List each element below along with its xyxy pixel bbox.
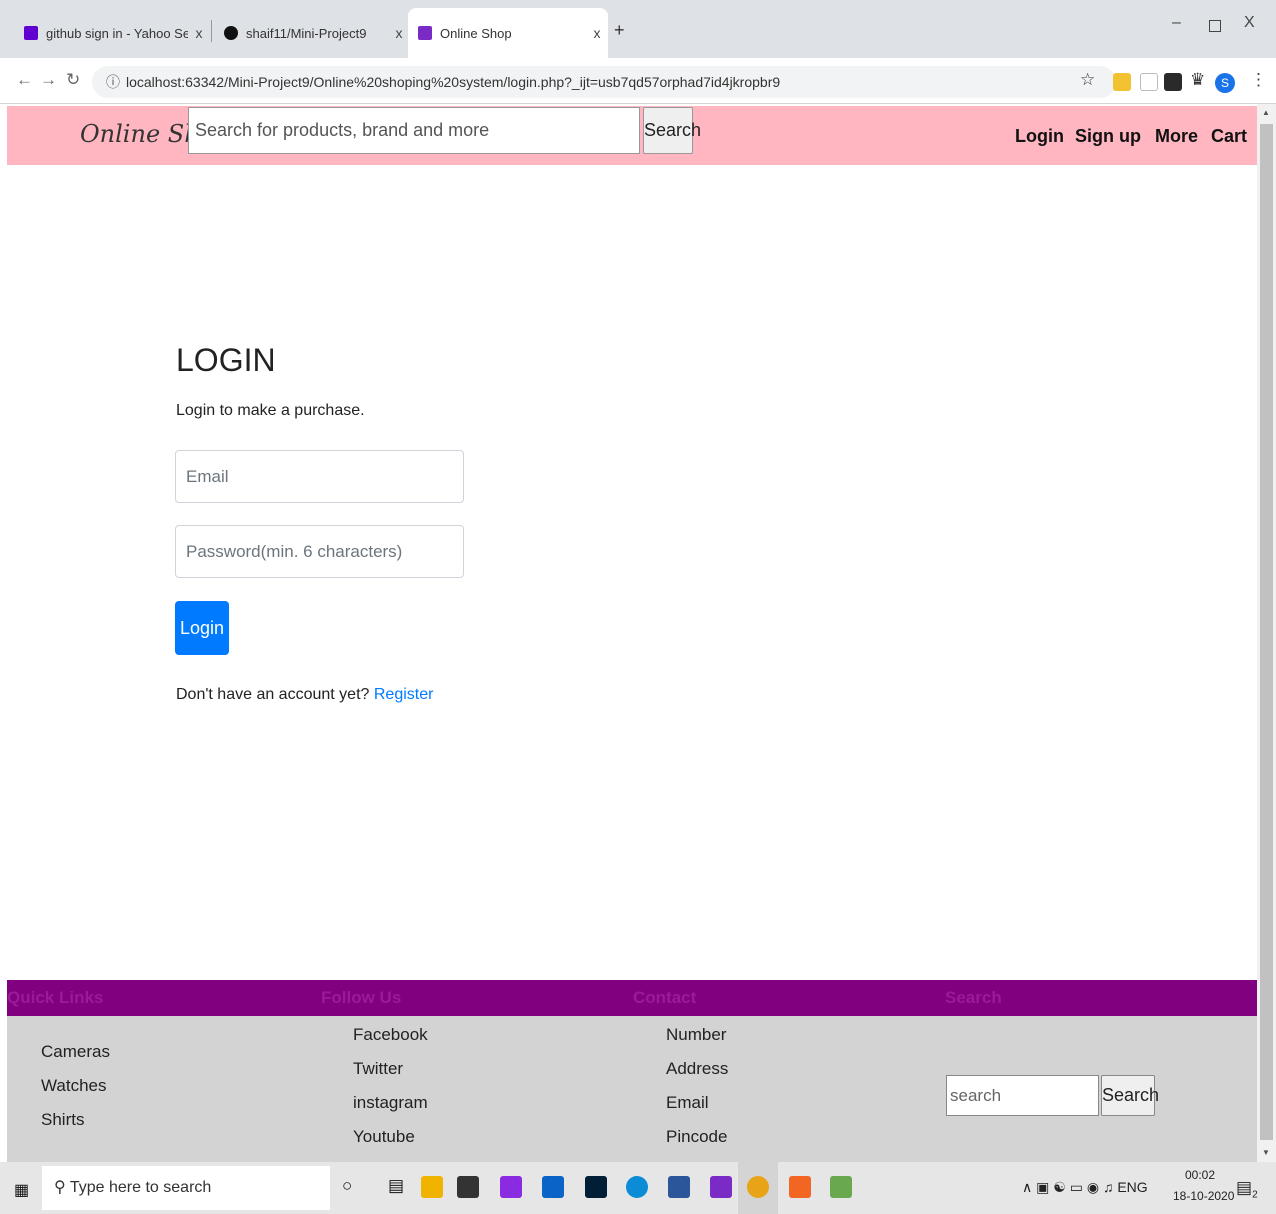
notepad-icon[interactable]: [830, 1176, 852, 1198]
tab-github-repo[interactable]: shaif11/Mini-Project9 x: [214, 8, 410, 58]
forward-icon[interactable]: →: [40, 70, 57, 90]
login-heading: LOGIN: [176, 342, 276, 378]
onedrive-icon[interactable]: ◉: [1087, 1179, 1099, 1195]
footer-search-button[interactable]: Search: [1101, 1075, 1159, 1116]
footer-search-title: Search: [945, 988, 1002, 1007]
tab-close-icon[interactable]: x: [388, 25, 410, 41]
nav-cart-link[interactable]: Cart: [1211, 126, 1247, 147]
language-indicator[interactable]: ENG: [1117, 1179, 1147, 1195]
footer-contact-address[interactable]: Address: [666, 1059, 728, 1079]
browser-toolbar: ← → ↻ ⓘ localhost:63342/Mini-Project9/Onl…: [0, 58, 1276, 104]
tab-close-icon[interactable]: x: [586, 25, 608, 41]
login-subtitle: Login to make a purchase.: [176, 402, 365, 419]
store-icon[interactable]: [457, 1176, 479, 1198]
site-header: Online Shop Search Login Sign up More Ca…: [7, 106, 1257, 165]
clock-date[interactable]: 18-10-2020: [1173, 1189, 1234, 1203]
scroll-up-icon[interactable]: ▲: [1262, 108, 1270, 117]
footer-link-facebook[interactable]: Facebook: [353, 1025, 428, 1045]
nav-more-link[interactable]: More: [1155, 126, 1198, 147]
yahoo-favicon-icon: [24, 26, 38, 40]
battery-icon[interactable]: ▭: [1070, 1179, 1083, 1195]
footer-link-shirts[interactable]: Shirts: [41, 1110, 84, 1130]
tab-title: github sign in - Yahoo Search Re: [46, 25, 188, 41]
bookmark-star-icon[interactable]: ☆: [1080, 70, 1095, 90]
chrome-icon[interactable]: [747, 1176, 769, 1198]
windows-start-icon[interactable]: ▦: [14, 1180, 29, 1200]
login-button[interactable]: Login: [175, 601, 229, 655]
register-prompt: Don't have an account yet? Register: [176, 686, 433, 704]
system-tray: ∧ ▣ ☯ ▭ ◉ ♫ ENG: [1022, 1179, 1148, 1196]
tab-close-icon[interactable]: x: [188, 25, 210, 41]
network-icon[interactable]: ☯: [1053, 1179, 1066, 1195]
nav-signup-link[interactable]: Sign up: [1075, 126, 1141, 147]
volume-icon[interactable]: ♫: [1103, 1179, 1114, 1195]
intellij-icon[interactable]: [500, 1176, 522, 1198]
taskbar-search-box[interactable]: ⚲ Type here to search: [42, 1166, 330, 1210]
address-bar[interactable]: ⓘ localhost:63342/Mini-Project9/Online%20…: [92, 66, 1116, 98]
footer-quick-links-title: Quick Links: [7, 988, 104, 1007]
email-field[interactable]: [175, 450, 464, 503]
back-icon[interactable]: ←: [16, 70, 33, 90]
reload-icon[interactable]: ↻: [66, 70, 80, 90]
footer-link-cameras[interactable]: Cameras: [41, 1042, 110, 1062]
extensions-puzzle-icon[interactable]: ♛: [1190, 70, 1205, 90]
word-icon[interactable]: [668, 1176, 690, 1198]
product-search-button[interactable]: Search: [643, 107, 701, 154]
site-info-icon[interactable]: ⓘ: [106, 74, 120, 90]
maximize-icon[interactable]: [1209, 20, 1221, 32]
new-tab-icon[interactable]: +: [614, 20, 625, 41]
register-prompt-text: Don't have an account yet?: [176, 686, 370, 703]
footer-link-instagram[interactable]: instagram: [353, 1093, 428, 1113]
register-link[interactable]: Register: [374, 686, 434, 703]
scroll-down-icon[interactable]: ▼: [1262, 1148, 1270, 1157]
tray-overflow-icon[interactable]: ∧: [1022, 1179, 1032, 1195]
cortana-icon[interactable]: ○: [342, 1176, 352, 1196]
file-explorer-icon[interactable]: [421, 1176, 443, 1198]
tray-app-icon[interactable]: ▣: [1036, 1179, 1049, 1195]
close-window-icon[interactable]: X: [1244, 14, 1255, 32]
footer-link-watches[interactable]: Watches: [41, 1076, 107, 1096]
xampp-icon[interactable]: [789, 1176, 811, 1198]
photoshop-icon[interactable]: [585, 1176, 607, 1198]
notification-center-icon[interactable]: ▤2: [1236, 1178, 1258, 1200]
tab-online-shop[interactable]: Online Shop x: [408, 8, 608, 58]
tab-title: shaif11/Mini-Project9: [246, 25, 367, 41]
browser-menu-icon[interactable]: ⋮: [1250, 70, 1267, 90]
url-text: localhost:63342/Mini-Project9/Online%20s…: [126, 74, 781, 90]
footer-contact-pincode[interactable]: Pincode: [666, 1127, 727, 1147]
windows-taskbar: ▦ ⚲ Type here to search ○ ▤ ∧ ▣ ☯ ▭ ◉ ♫ …: [0, 1162, 1276, 1214]
notification-count: 2: [1252, 1189, 1258, 1201]
footer-header-bar: Quick Links Follow Us Contact Search: [7, 980, 1257, 1016]
browser-tab-strip: github sign in - Yahoo Search Re x shaif…: [0, 0, 1276, 58]
footer-follow-title: Follow Us: [321, 988, 402, 1007]
extension-reader-icon[interactable]: [1140, 73, 1158, 91]
extension-us-icon[interactable]: [1164, 73, 1182, 91]
search-icon: ⚲: [54, 1179, 66, 1196]
minimize-icon[interactable]: –: [1172, 14, 1181, 32]
phpstorm-favicon-icon: [418, 26, 432, 40]
product-search-input[interactable]: [188, 107, 640, 154]
phpstorm-icon[interactable]: [710, 1176, 732, 1198]
footer-contact-title: Contact: [633, 988, 697, 1007]
footer-contact-email[interactable]: Email: [666, 1093, 709, 1113]
footer-link-twitter[interactable]: Twitter: [353, 1059, 403, 1079]
profile-avatar[interactable]: S: [1215, 73, 1235, 93]
github-favicon-icon: [224, 26, 238, 40]
scrollbar-thumb[interactable]: [1260, 124, 1273, 1140]
password-field[interactable]: [175, 525, 464, 578]
tab-divider: [211, 20, 212, 42]
extension-bulb-icon[interactable]: [1113, 73, 1131, 91]
clock-time[interactable]: 00:02: [1185, 1168, 1215, 1182]
footer-link-youtube[interactable]: Youtube: [353, 1127, 415, 1147]
nav-login-link[interactable]: Login: [1015, 126, 1064, 147]
tab-title: Online Shop: [440, 25, 512, 41]
edge-icon[interactable]: [626, 1176, 648, 1198]
tab-yahoo-search[interactable]: github sign in - Yahoo Search Re x: [14, 8, 210, 58]
mail-icon[interactable]: [542, 1176, 564, 1198]
footer-search-input[interactable]: [946, 1075, 1099, 1116]
footer-contact-number[interactable]: Number: [666, 1025, 726, 1045]
taskbar-search-placeholder: Type here to search: [69, 1179, 212, 1196]
task-view-icon[interactable]: ▤: [388, 1176, 404, 1196]
